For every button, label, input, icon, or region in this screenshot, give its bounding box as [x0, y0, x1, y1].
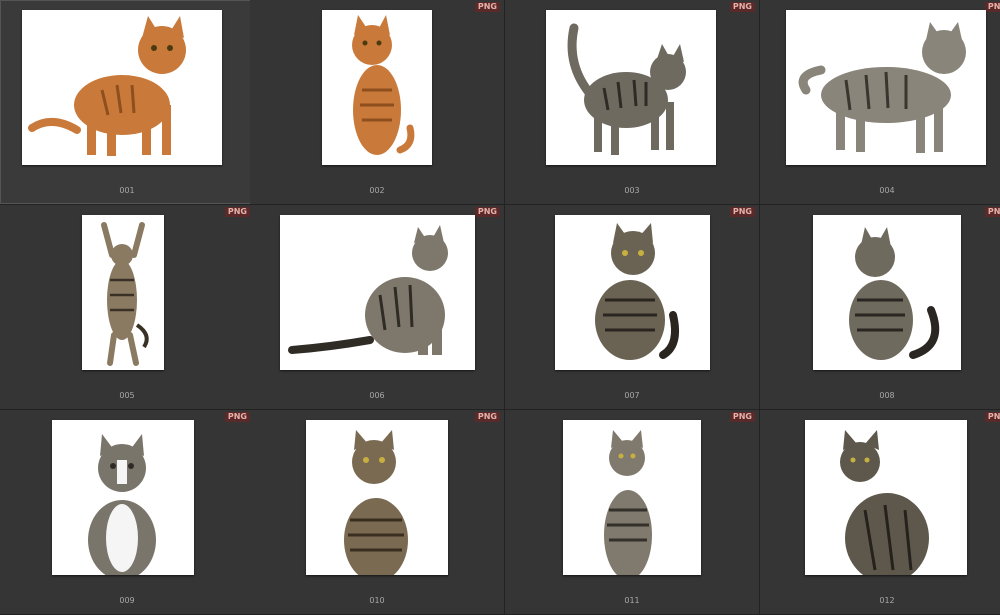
- thumbnail-cell[interactable]: PNG 008: [760, 205, 1000, 410]
- cat-image: [22, 10, 222, 165]
- thumbnail-label: 006: [369, 391, 385, 400]
- thumbnail-grid: 001 PNG 002 PNG 003 PN 004 PNG 005 PNG 0…: [0, 0, 1000, 615]
- thumbnail-cell[interactable]: PNG 006: [250, 205, 505, 410]
- tabby-cat-looking-left-image: [849, 227, 940, 360]
- thumbnail-cell[interactable]: PNG 011: [505, 410, 760, 615]
- cat-image: [563, 420, 701, 575]
- thumbnail-cell[interactable]: 001: [0, 0, 255, 205]
- thumbnail-cell[interactable]: PNG 010: [250, 410, 505, 615]
- thumbnail-label: 007: [624, 391, 640, 400]
- thumbnail-cell[interactable]: PNG 005: [0, 205, 255, 410]
- thumbnail-label: 008: [879, 391, 895, 400]
- thumbnail-cell[interactable]: PNG 004: [760, 0, 1000, 205]
- png-badge: PNG: [474, 2, 500, 12]
- tabby-cat-arched-image: [567, 23, 686, 155]
- png-badge: PNG: [984, 412, 1000, 422]
- thumbnail-label: 009: [119, 596, 135, 605]
- tabby-cat-stretching-image: [101, 222, 149, 366]
- cat-image: [555, 215, 710, 370]
- png-badge: PNG: [984, 2, 1000, 12]
- thumbnail-label: 004: [879, 186, 895, 195]
- cat-image: [805, 420, 967, 575]
- cat-image: [82, 215, 164, 370]
- png-badge: PNG: [729, 412, 755, 422]
- tabby-white-kitten-image: [88, 434, 156, 575]
- thumbnail-label: 001: [119, 186, 135, 195]
- cat-image: [52, 420, 194, 575]
- thumbnail-label: 011: [624, 596, 640, 605]
- png-badge: PNG: [224, 207, 250, 217]
- cat-image: [322, 10, 432, 165]
- tabby-cat-sitting-tall-image: [604, 430, 652, 575]
- tabby-cat-sitting-front-image: [595, 223, 679, 360]
- orange-cat-sitting-image: [352, 15, 415, 155]
- thumbnail-cell[interactable]: PNG 012: [760, 410, 1000, 615]
- png-badge: PNG: [729, 2, 755, 12]
- png-badge: PNG: [984, 207, 1000, 217]
- thumbnail-cell[interactable]: PNG 003: [505, 0, 760, 205]
- tabby-cat-standing-image: [798, 22, 966, 153]
- tabby-kitten-sitting-image: [344, 430, 408, 575]
- cat-image: [280, 215, 475, 370]
- cat-image: [786, 10, 986, 165]
- thumbnail-cell[interactable]: PNG 002: [250, 0, 505, 205]
- thumbnail-cell[interactable]: PNG 009: [0, 410, 255, 615]
- thumbnail-label: 010: [369, 596, 385, 605]
- png-badge: PNG: [474, 412, 500, 422]
- orange-cat-standing-image: [28, 16, 186, 156]
- thumbnail-label: 012: [879, 596, 895, 605]
- cat-image: [546, 10, 716, 165]
- tabby-cat-sitting-back-image: [840, 430, 929, 575]
- thumbnail-cell[interactable]: PNG 007: [505, 205, 760, 410]
- thumbnail-label: 003: [624, 186, 640, 195]
- cat-image: [306, 420, 448, 575]
- thumbnail-label: 005: [119, 391, 135, 400]
- png-badge: PNG: [474, 207, 500, 217]
- thumbnail-label: 002: [369, 186, 385, 195]
- tabby-cat-sitting-side-image: [288, 225, 448, 355]
- cat-image: [813, 215, 961, 370]
- png-badge: PNG: [729, 207, 755, 217]
- png-badge: PNG: [224, 412, 250, 422]
